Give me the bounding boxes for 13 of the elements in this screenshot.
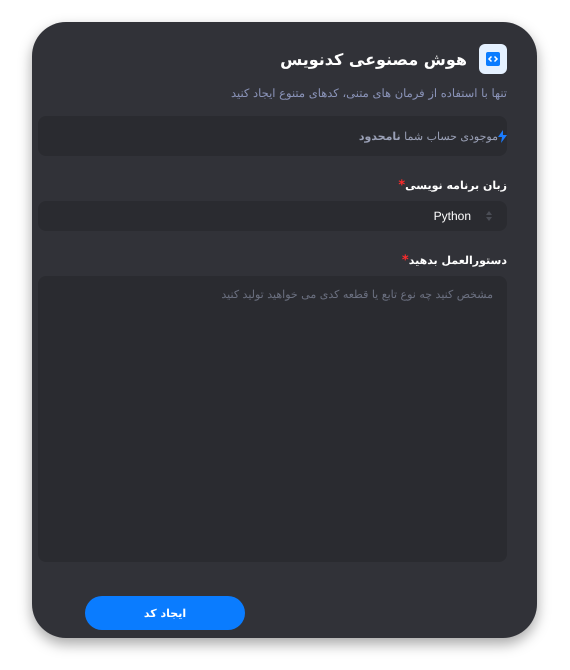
required-mark: * xyxy=(398,178,406,193)
code-icon xyxy=(479,44,507,74)
field-label: دستورالعمل بدهید xyxy=(408,254,507,267)
field-label: زبان برنامه نویسی xyxy=(405,179,507,192)
sort-icon xyxy=(485,210,493,222)
language-select[interactable]: Python xyxy=(38,201,507,231)
required-mark: * xyxy=(402,253,409,268)
page-title: هوش مصنوعی کدنویس xyxy=(280,50,467,68)
subtitle: تنها با استفاده از فرمان های متنی، کدهای متنوع ایجاد کنید xyxy=(230,86,507,100)
generate-button[interactable]: ایجاد کد xyxy=(85,596,245,630)
lightning-icon xyxy=(498,130,507,142)
instruction-field[interactable]: مشخص کنید چه نوع تابع یا قطعه کدی می خواهید تولید کنید xyxy=(38,276,507,562)
balance-text: موجودی حساب شما نامحدود xyxy=(358,130,498,142)
